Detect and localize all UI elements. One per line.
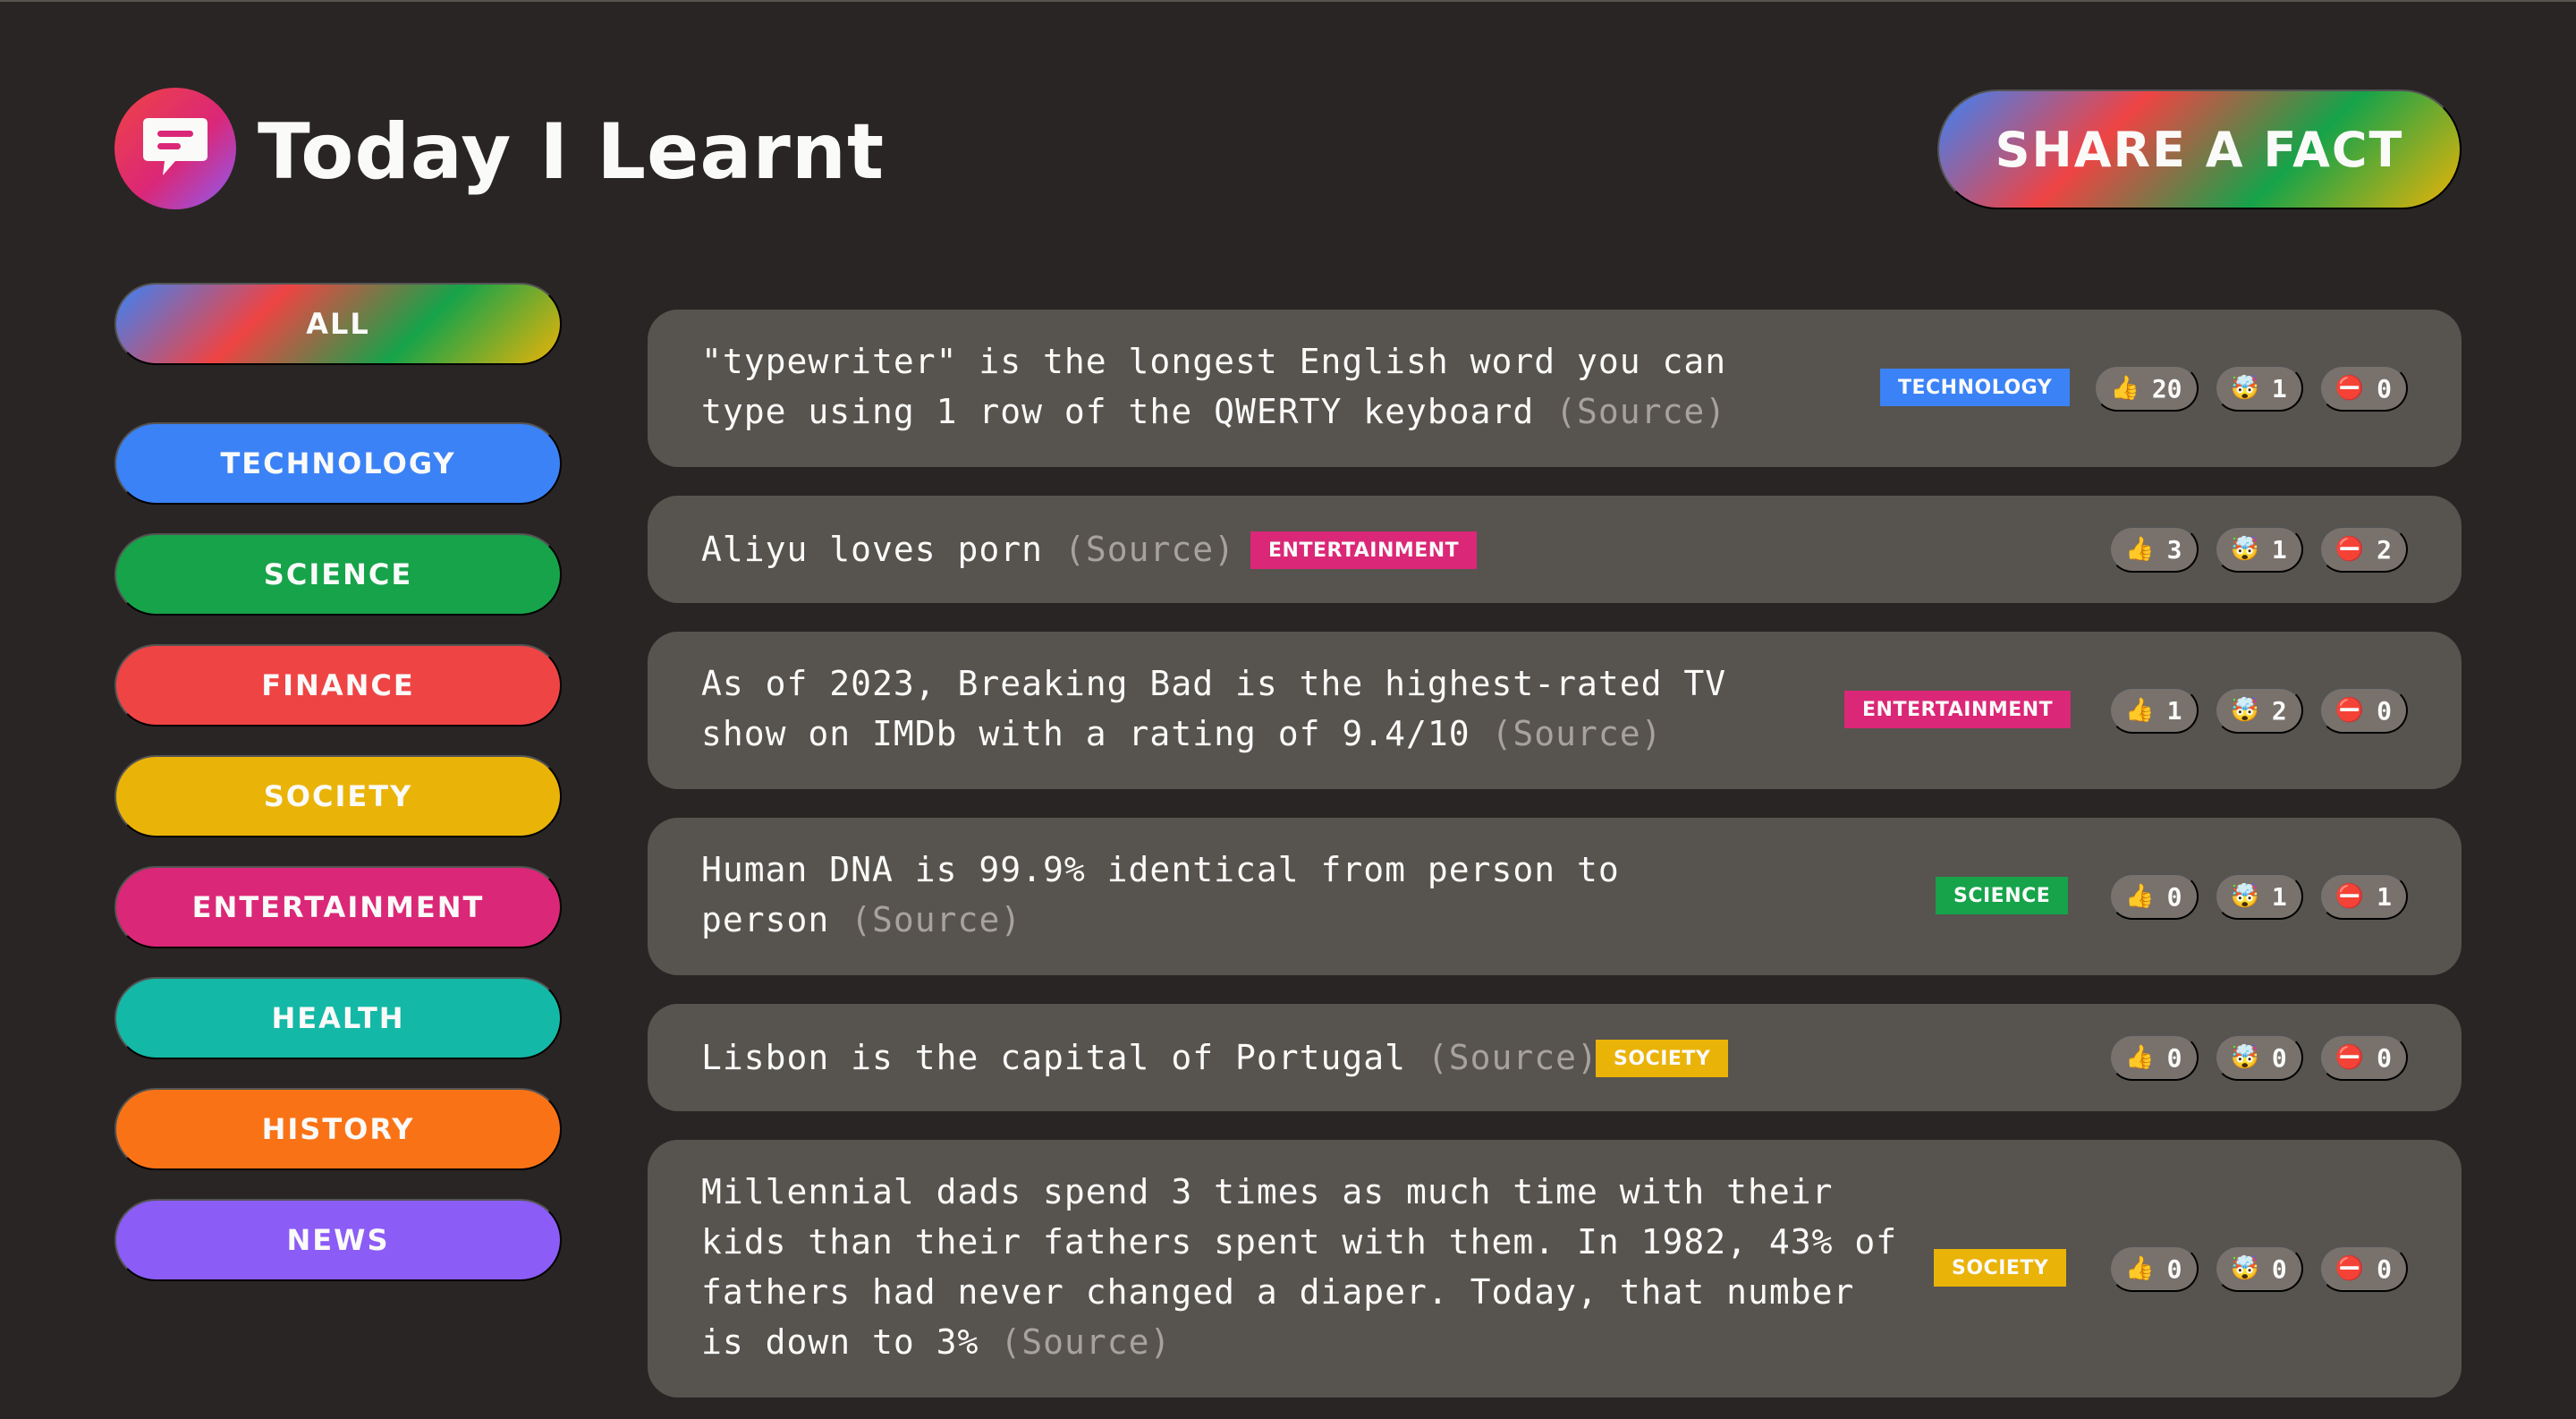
app-title: Today I Learnt <box>258 107 886 197</box>
category-entertainment-button[interactable]: Entertainment <box>114 866 562 948</box>
fact-card: Aliyu loves porn (Source) Entertainment … <box>648 496 2462 603</box>
vote-false-button[interactable]: ⛔ 0 <box>2318 687 2408 734</box>
mind-blown-icon: 🤯 <box>2230 375 2259 402</box>
vote-false-button[interactable]: ⛔ 0 <box>2318 1245 2408 1292</box>
vote-false-button[interactable]: ⛔ 2 <box>2318 526 2408 573</box>
thumbs-up-icon: 👍 <box>2125 697 2155 724</box>
thumbs-up-icon: 👍 <box>2125 1255 2155 1282</box>
vote-buttons: 👍 0 🤯 1 ⛔ 1 <box>2109 873 2408 920</box>
vote-buttons: 👍 3 🤯 1 ⛔ 2 <box>2109 526 2408 573</box>
mind-blown-icon: 🤯 <box>2230 1255 2259 1282</box>
category-news-button[interactable]: News <box>114 1199 562 1281</box>
source-link[interactable]: (Source) <box>1555 392 1726 431</box>
category-tag: Society <box>1596 1040 1729 1077</box>
fact-card: Lisbon is the capital of Portugal (Sourc… <box>648 1004 2462 1111</box>
vote-mindblowing-button[interactable]: 🤯 1 <box>2214 365 2303 412</box>
vote-interesting-button[interactable]: 👍 0 <box>2109 1034 2199 1081</box>
category-science-button[interactable]: Science <box>114 533 562 616</box>
no-entry-icon: ⛔ <box>2334 375 2365 402</box>
mind-blown-icon: 🤯 <box>2230 1044 2259 1071</box>
fact-text: As of 2023, Breaking Bad is the highest-… <box>701 664 1727 753</box>
vote-mindblowing-button[interactable]: 🤯 2 <box>2214 687 2303 734</box>
vote-false-button[interactable]: ⛔ 1 <box>2318 873 2408 920</box>
vote-interesting-button[interactable]: 👍 1 <box>2109 687 2199 734</box>
source-link[interactable]: (Source) <box>1064 530 1235 569</box>
vote-mindblowing-button[interactable]: 🤯 0 <box>2214 1034 2303 1081</box>
category-all-button[interactable]: All <box>114 283 562 365</box>
vote-interesting-button[interactable]: 👍 20 <box>2094 365 2199 412</box>
thumbs-up-icon: 👍 <box>2110 375 2140 402</box>
fact-card: Millennial dads spend 3 times as much ti… <box>648 1140 2462 1398</box>
category-tag: Technology <box>1880 369 2071 406</box>
vote-mindblowing-button[interactable]: 🤯 0 <box>2214 1245 2303 1292</box>
vote-buttons: 👍 0 🤯 0 ⛔ 0 <box>2109 1245 2408 1292</box>
category-tag: Society <box>1934 1249 2067 1287</box>
category-finance-button[interactable]: Finance <box>114 644 562 726</box>
thumbs-up-icon: 👍 <box>2125 1044 2155 1071</box>
no-entry-icon: ⛔ <box>2334 1044 2365 1071</box>
vote-mindblowing-button[interactable]: 🤯 1 <box>2214 873 2303 920</box>
category-health-button[interactable]: Health <box>114 977 562 1059</box>
source-link[interactable]: (Source) <box>1492 714 1663 753</box>
no-entry-icon: ⛔ <box>2334 1255 2365 1282</box>
fact-text: Millennial dads spend 3 times as much ti… <box>701 1172 1898 1362</box>
source-link[interactable]: (Source) <box>851 900 1021 939</box>
category-tag: Entertainment <box>1844 691 2072 728</box>
vote-mindblowing-button[interactable]: 🤯 1 <box>2214 526 2303 573</box>
thumbs-up-icon: 👍 <box>2125 536 2155 563</box>
vote-buttons: 👍 1 🤯 2 ⛔ 0 <box>2109 687 2408 734</box>
fact-card: Human DNA is 99.9% identical from person… <box>648 818 2462 975</box>
vote-buttons: 👍 20 🤯 1 ⛔ 0 <box>2094 365 2408 412</box>
logo-icon <box>114 88 236 209</box>
mind-blown-icon: 🤯 <box>2230 883 2259 910</box>
vote-interesting-button[interactable]: 👍 3 <box>2109 526 2199 573</box>
fact-text: "typewriter" is the longest English word… <box>701 342 1727 431</box>
app-header: Today I Learnt Share a fact <box>114 88 2462 213</box>
mind-blown-icon: 🤯 <box>2230 697 2259 724</box>
category-tag: Entertainment <box>1250 531 1478 569</box>
category-history-button[interactable]: History <box>114 1088 562 1170</box>
no-entry-icon: ⛔ <box>2334 697 2365 724</box>
source-link[interactable]: (Source) <box>1428 1038 1598 1077</box>
vote-false-button[interactable]: ⛔ 0 <box>2318 365 2408 412</box>
fact-text: Human DNA is 99.9% identical from person… <box>701 850 1620 939</box>
vote-interesting-button[interactable]: 👍 0 <box>2109 873 2199 920</box>
thumbs-up-icon: 👍 <box>2125 883 2155 910</box>
fact-card: As of 2023, Breaking Bad is the highest-… <box>648 632 2462 789</box>
category-technology-button[interactable]: Technology <box>114 422 562 505</box>
source-link[interactable]: (Source) <box>1000 1322 1171 1362</box>
no-entry-icon: ⛔ <box>2334 536 2365 563</box>
share-fact-button[interactable]: Share a fact <box>1937 89 2462 209</box>
vote-buttons: 👍 0 🤯 0 ⛔ 0 <box>2109 1034 2408 1081</box>
mind-blown-icon: 🤯 <box>2230 536 2259 563</box>
category-society-button[interactable]: Society <box>114 755 562 837</box>
vote-false-button[interactable]: ⛔ 0 <box>2318 1034 2408 1081</box>
category-tag: Science <box>1936 877 2069 914</box>
vote-interesting-button[interactable]: 👍 0 <box>2109 1245 2199 1292</box>
no-entry-icon: ⛔ <box>2334 883 2365 910</box>
fact-card: "typewriter" is the longest English word… <box>648 310 2462 467</box>
